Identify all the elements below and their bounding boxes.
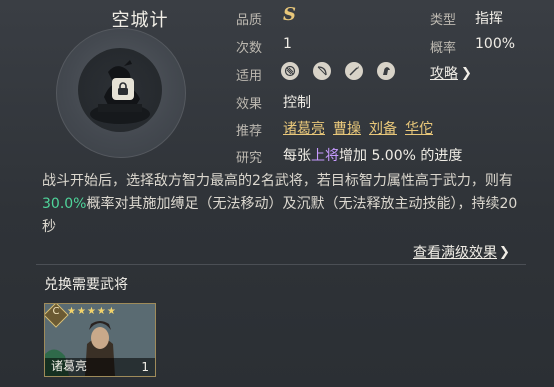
research-text: 每张上将增加 5.00% 的进度 bbox=[283, 145, 462, 165]
applicable-label: 适用 bbox=[236, 69, 263, 84]
full-effect-link[interactable]: 查看满级效果 ❯ bbox=[413, 242, 510, 262]
uses-label: 次数 bbox=[236, 41, 263, 56]
chevron-right-icon: ❯ bbox=[461, 65, 472, 81]
recommend-general-link[interactable]: 诸葛亮 bbox=[283, 118, 325, 138]
shield-icon bbox=[281, 62, 299, 80]
research-highlight: 上将 bbox=[311, 148, 339, 164]
bow-icon bbox=[313, 62, 331, 80]
recommend-general-link[interactable]: 曹操 bbox=[333, 118, 361, 138]
skill-name: 空城计 bbox=[111, 10, 169, 31]
quality-label: 品质 bbox=[236, 13, 263, 28]
star-icon: ★ bbox=[106, 306, 117, 317]
research-suffix: 增加 5.00% 的进度 bbox=[339, 148, 463, 164]
applicable-icons bbox=[281, 62, 395, 80]
research-label: 研究 bbox=[236, 151, 263, 166]
skill-description: 战斗开始后，选择敌方智力最高的2名武将，若目标智力属性高于武力，则有 30.0%概… bbox=[42, 170, 526, 239]
horse-icon bbox=[377, 62, 395, 80]
star-icon: ★ bbox=[96, 306, 107, 317]
star-icon: ★ bbox=[67, 306, 77, 317]
general-count: 1 bbox=[141, 360, 149, 374]
uses-value: 1 bbox=[283, 36, 292, 52]
type-value: 指挥 bbox=[475, 11, 503, 27]
full-effect-label: 查看满级效果 bbox=[413, 245, 497, 261]
divider bbox=[36, 264, 526, 265]
chevron-right-icon: ❯ bbox=[499, 244, 510, 260]
recommend-general-link[interactable]: 华佗 bbox=[405, 118, 433, 138]
star-rating: ★★★★★ bbox=[67, 306, 117, 317]
research-prefix: 每张 bbox=[283, 148, 311, 164]
recommend-label: 推荐 bbox=[236, 124, 263, 139]
recommend-list: 诸葛亮 曹操 刘备 华佗 bbox=[283, 118, 433, 138]
star-icon: ★ bbox=[76, 306, 87, 317]
general-name: 诸葛亮 bbox=[51, 359, 88, 373]
description-part1: 战斗开始后，选择敌方智力最高的2名武将，若目标智力属性高于武力，则有 bbox=[42, 173, 513, 189]
exchange-title: 兑换需要武将 bbox=[44, 277, 128, 293]
lock-icon bbox=[112, 78, 134, 100]
star-icon: ★ bbox=[86, 306, 97, 317]
description-part2: 概率对其施加缚足（无法移动）及沉默（无法释放主动技能），持续20秒 bbox=[42, 196, 518, 235]
effect-label: 效果 bbox=[236, 97, 263, 112]
rate-value: 100% bbox=[475, 36, 516, 52]
rate-label: 概率 bbox=[430, 41, 457, 56]
quality-value: S bbox=[283, 4, 296, 25]
type-label: 类型 bbox=[430, 13, 457, 28]
description-highlight: 30.0% bbox=[42, 196, 87, 212]
grade-badge-label: C bbox=[52, 306, 60, 317]
guide-link[interactable]: 攻略 ❯ bbox=[430, 63, 472, 83]
effect-value: 控制 bbox=[283, 95, 311, 111]
spear-icon bbox=[345, 62, 363, 80]
general-card[interactable]: C ★★★★★ 诸葛亮 1 bbox=[44, 303, 156, 377]
recommend-general-link[interactable]: 刘备 bbox=[369, 118, 397, 138]
guide-link-label: 攻略 bbox=[430, 66, 458, 82]
